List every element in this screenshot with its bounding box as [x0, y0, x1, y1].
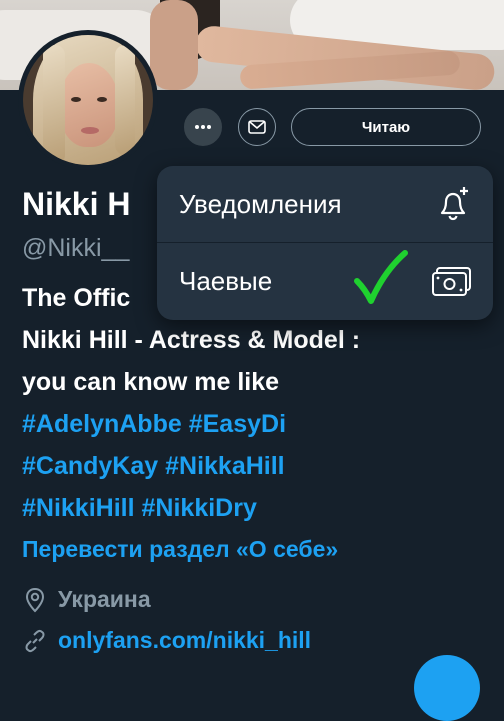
hashtag-link[interactable]: #AdelynAbbe: [22, 410, 182, 438]
location-text: Украина: [58, 586, 151, 612]
hashtag-link[interactable]: #NikkiHill: [22, 494, 135, 522]
money-icon: [432, 267, 471, 296]
profile-name: Nikki H: [22, 186, 131, 222]
bio-line: The Offic: [22, 284, 131, 312]
hashtag-link[interactable]: #EasyDi: [189, 410, 286, 438]
profile-handle: @Nikki__: [22, 234, 130, 262]
bio-hashtags: #NikkiHill #NikkiDry: [22, 494, 257, 523]
location-pin-icon: [25, 587, 45, 612]
bio-line: Nikki Hill - Actress & Model :: [22, 326, 361, 354]
hashtag-link[interactable]: #CandyKay: [22, 452, 158, 480]
link-icon: [25, 629, 45, 652]
profile-action-menu: Уведомления Чаевые: [157, 166, 493, 320]
hashtag-link[interactable]: #NikkiDry: [142, 494, 257, 522]
green-checkmark-icon: [354, 250, 408, 304]
following-button[interactable]: Читаю: [291, 108, 481, 146]
translate-bio-link[interactable]: Перевести раздел «О себе»: [22, 536, 338, 563]
message-button[interactable]: [238, 108, 276, 146]
website-row: onlyfans.com/nikki_hill: [22, 627, 311, 654]
menu-item-notifications[interactable]: Уведомления: [157, 166, 493, 243]
bio-line: you can know me like: [22, 368, 280, 396]
bio-hashtags: #AdelynAbbe #EasyDi: [22, 410, 286, 439]
bio-hashtags: #CandyKay #NikkaHill: [22, 452, 285, 481]
menu-item-tips[interactable]: Чаевые: [157, 243, 493, 319]
menu-item-label: Чаевые: [179, 265, 273, 296]
bell-plus-icon: [440, 187, 468, 221]
website-link[interactable]: onlyfans.com/nikki_hill: [58, 627, 311, 654]
avatar[interactable]: [18, 30, 158, 170]
more-horizontal-icon: [195, 125, 211, 129]
menu-item-label: Уведомления: [179, 188, 342, 219]
compose-fab-button[interactable]: [414, 655, 480, 721]
location-row: Украина: [22, 586, 151, 613]
hashtag-link[interactable]: #NikkaHill: [165, 452, 285, 480]
more-button[interactable]: [184, 108, 222, 146]
mail-icon: [248, 120, 266, 134]
